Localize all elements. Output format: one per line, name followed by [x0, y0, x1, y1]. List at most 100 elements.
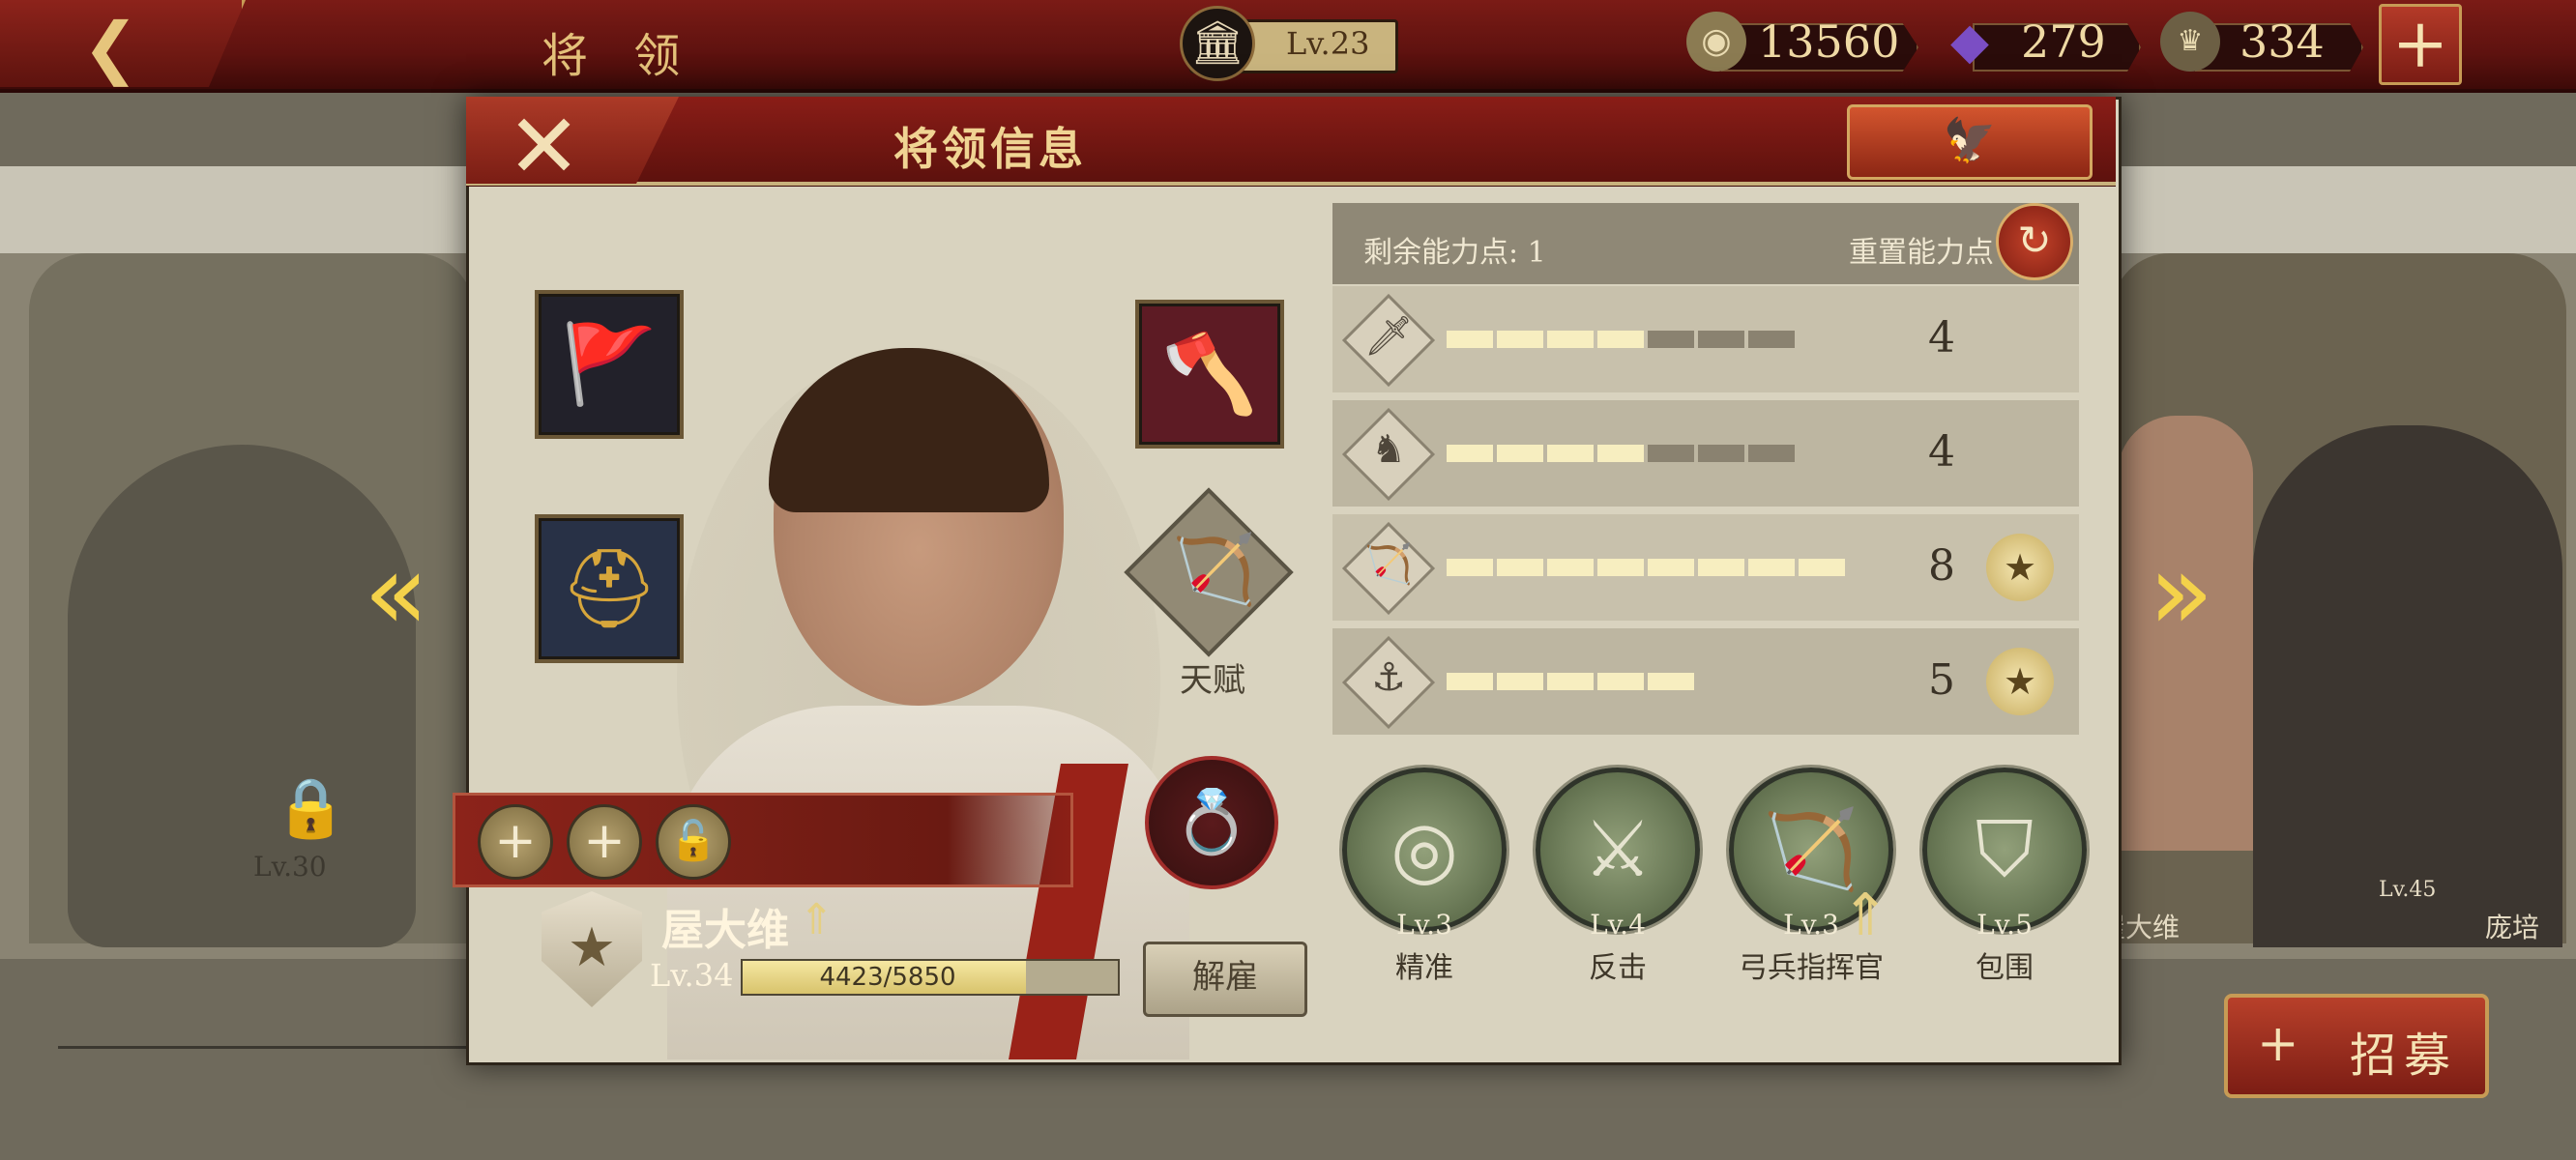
- skill-counterattack-level: Lv.4: [1590, 909, 1646, 941]
- cavalry-icon: ♞: [1371, 427, 1406, 472]
- infantry-stat-value: 4: [1928, 313, 1955, 362]
- helmet-icon: ⛑: [560, 543, 659, 633]
- stat-segment: [1648, 331, 1694, 348]
- stat-segment: [1597, 559, 1644, 576]
- archer-mastery-badge-icon[interactable]: ★: [1986, 534, 2054, 601]
- stat-segment: [1497, 331, 1543, 348]
- xp-bar: 4423/5850: [741, 959, 1120, 996]
- skill-precision-name: 精准: [1395, 951, 1453, 985]
- header-trim: [466, 182, 2116, 186]
- add-slot-button-2[interactable]: +: [567, 804, 642, 880]
- stat-segment: [1698, 331, 1744, 348]
- general-level: Lv.34: [650, 957, 734, 994]
- ring-icon: 💍: [1173, 787, 1250, 858]
- chevron-left-icon: ❮: [82, 8, 139, 87]
- skill-encircle-button[interactable]: ⛉: [1922, 768, 2087, 932]
- player-level: Lv.23: [1286, 25, 1370, 62]
- axe-icon: 🪓: [1161, 329, 1258, 419]
- gem-count: 279: [2021, 15, 2106, 68]
- helmet-equipment-slot[interactable]: ⛑: [535, 514, 684, 663]
- stat-segment: [1799, 559, 1845, 576]
- banner-icon: 🚩: [561, 319, 658, 409]
- stat-segment: [1748, 445, 1795, 462]
- general-name-pompey: 庞培: [2485, 912, 2540, 943]
- stat-segment: [1447, 559, 1493, 576]
- stat-segment: [1597, 445, 1644, 462]
- stat-segment: [1748, 559, 1795, 576]
- divider: [58, 1046, 503, 1049]
- promote-arrow-icon[interactable]: ⇑: [799, 895, 834, 944]
- stat-segment: [1447, 445, 1493, 462]
- page-title: 将 领: [542, 29, 696, 83]
- skill-encircle-name: 包围: [1976, 951, 2034, 985]
- coin-icon: ◉: [1686, 12, 1746, 72]
- stat-segment: [1648, 673, 1694, 690]
- skill-archer-commander-name: 弓兵指挥官: [1739, 951, 1884, 985]
- next-general-arrow-icon[interactable]: »: [2149, 530, 2213, 653]
- stat-segment: [1597, 331, 1644, 348]
- spqr-icon: ♛: [2160, 12, 2220, 72]
- recruit-button[interactable]: + 招募: [2224, 994, 2489, 1098]
- stat-segment: [1648, 445, 1694, 462]
- recruit-icon: +: [2257, 1015, 2299, 1073]
- general-portrait-pompey: [2253, 425, 2562, 947]
- archer-icon: 🏹: [1364, 542, 1413, 587]
- stat-segment: [1547, 445, 1594, 462]
- reset-points-label: 重置能力点: [1849, 236, 1994, 270]
- unlock-slot-icon[interactable]: 🔓: [656, 804, 731, 880]
- skill-precision-level: Lv.3: [1396, 909, 1452, 941]
- ring-equipment-slot[interactable]: 💍: [1145, 756, 1278, 889]
- navy-stat-value: 5: [1928, 655, 1955, 705]
- bow-icon: 🏹: [1172, 530, 1257, 609]
- stat-segment: [1597, 673, 1644, 690]
- stat-segment: [1447, 673, 1493, 690]
- stat-segment: [1497, 559, 1543, 576]
- temple-icon[interactable]: 🏛: [1180, 6, 1255, 81]
- stat-segment: [1547, 559, 1594, 576]
- stat-segment: [1547, 331, 1594, 348]
- weapon-equipment-slot[interactable]: 🪓: [1135, 300, 1284, 449]
- add-resource-button[interactable]: +: [2379, 4, 2462, 85]
- navy-icon: ⚓: [1371, 655, 1406, 700]
- stat-segment: [1698, 559, 1744, 576]
- remaining-points: 剩余能力点: 1: [1363, 236, 1546, 270]
- skill-encircle-level: Lv.5: [1976, 909, 2033, 941]
- locked-general-level: Lv.30: [253, 851, 327, 883]
- eagle-icon: 🦅: [1943, 116, 1997, 165]
- skill-upgrade-arrow-icon[interactable]: ⇑: [1841, 882, 1889, 949]
- dialog-title: 将领信息: [893, 123, 1087, 175]
- stat-segment: [1547, 673, 1594, 690]
- stat-row-navy: [1332, 628, 2079, 735]
- skill-counterattack-name: 反击: [1589, 951, 1647, 985]
- archer-stat-value: 8: [1928, 541, 1955, 591]
- skill-counterattack-button[interactable]: ⚔: [1536, 768, 1700, 932]
- stat-segment: [1748, 331, 1795, 348]
- cavalry-stat-value: 4: [1928, 427, 1955, 477]
- stat-segment: [1698, 445, 1744, 462]
- infantry-icon: 🗡: [1363, 314, 1414, 359]
- banner-equipment-slot[interactable]: 🚩: [535, 290, 684, 439]
- stat-segment: [1447, 331, 1493, 348]
- coin-count: 13560: [1758, 15, 1900, 68]
- stat-segment: [1497, 445, 1543, 462]
- navy-mastery-badge-icon[interactable]: ★: [1986, 648, 2054, 715]
- spqr-count: 334: [2239, 15, 2325, 68]
- stat-segment: [1648, 559, 1694, 576]
- stat-segment: [1497, 673, 1543, 690]
- talent-label: 天赋: [1180, 661, 1245, 700]
- dismiss-button[interactable]: 解雇: [1143, 942, 1307, 1017]
- general-level-pompey: Lv.45: [2379, 878, 2437, 902]
- lock-icon: 🔒: [275, 774, 347, 842]
- skill-precision-button[interactable]: ◎: [1342, 768, 1507, 932]
- locked-silhouette: [68, 445, 416, 947]
- general-name: 屋大维: [661, 906, 789, 955]
- gem-icon: ◆: [1950, 13, 1989, 71]
- recruit-label: 招募: [2350, 1029, 2459, 1083]
- close-icon: ✕: [507, 95, 582, 198]
- reset-points-button[interactable]: ↻: [1996, 203, 2073, 280]
- add-slot-button-1[interactable]: +: [478, 804, 553, 880]
- back-button[interactable]: ❮: [0, 0, 246, 87]
- eagle-button[interactable]: 🦅: [1847, 104, 2093, 180]
- prev-general-arrow-icon[interactable]: «: [364, 530, 428, 653]
- xp-text: 4423/5850: [819, 963, 956, 992]
